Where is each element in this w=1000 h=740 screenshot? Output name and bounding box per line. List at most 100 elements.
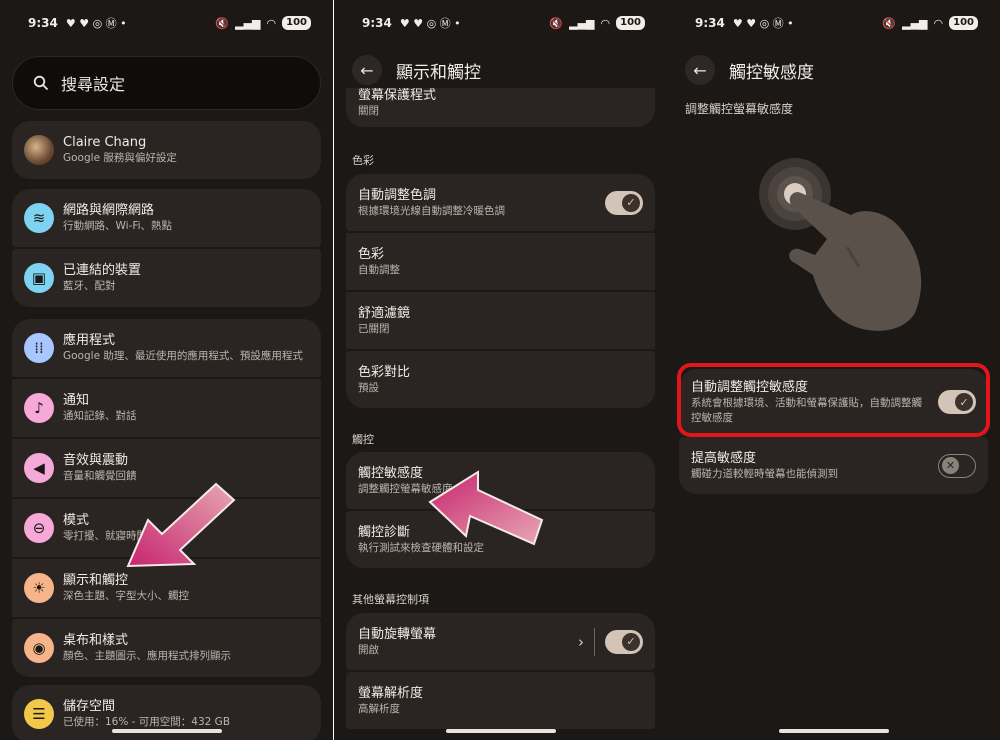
- check-icon: ✓: [622, 193, 640, 212]
- mute-icon: 🔇: [882, 16, 897, 30]
- row-sub: 開啟: [358, 643, 379, 656]
- nav-handle[interactable]: [111, 729, 222, 733]
- finger-touch-illustration: [759, 158, 922, 331]
- avatar: [24, 135, 54, 165]
- signal-icon: ▂▄▆: [569, 16, 595, 30]
- row-title: 螢幕保護程式: [358, 88, 437, 103]
- account-sub: Google 服務與偏好設定: [63, 152, 177, 164]
- account-name: Claire Chang: [63, 135, 147, 150]
- wifi-status-icon: ◠: [266, 16, 277, 30]
- section-label-color: 色彩: [352, 154, 374, 167]
- apps-icon: ⁞⁞: [24, 333, 54, 363]
- row-sub: 觸碰力道較輕時螢幕也能偵測到: [691, 467, 838, 480]
- status-bar: 9:34 ♥ ♥ ◎ Ⓜ • 🔇 ▂▄▆ ◠ 100: [0, 0, 333, 46]
- settings-row-comfort-filter[interactable]: 舒適濾鏡 已關閉: [346, 292, 655, 349]
- highlight-box: [677, 363, 990, 437]
- notification-icons: ♥ ♥ ◎ Ⓜ •: [399, 17, 461, 30]
- row-sub: 已關閉: [358, 322, 390, 335]
- item-sub: 已使用：16% - 可用空間：432 GB: [63, 716, 231, 728]
- nav-handle[interactable]: [778, 729, 889, 733]
- status-time: 9:34: [362, 16, 392, 30]
- settings-item-devices[interactable]: ▣ 已連結的裝置 藍牙、配對: [12, 249, 321, 307]
- page-title: 顯示和觸控: [396, 62, 481, 83]
- mute-icon: 🔇: [215, 16, 230, 30]
- item-title: 已連結的裝置: [63, 263, 142, 278]
- touch-sensitivity-screen: 9:34 ♥ ♥ ◎ Ⓜ • 🔇 ▂▄▆ ◠ 100 ← 觸控敏感度 調整觸控螢…: [667, 0, 1000, 740]
- nav-handle[interactable]: [445, 729, 556, 733]
- app-bar: ← 觸控敏感度: [667, 52, 1000, 88]
- settings-row-auto-rotate[interactable]: 自動旋轉螢幕 開啟 › ✓: [346, 613, 655, 670]
- row-divider: [594, 627, 595, 656]
- other-card: 自動旋轉螢幕 開啟 › ✓ 螢幕解析度 高解析度: [346, 613, 655, 731]
- item-title: 通知: [63, 393, 90, 408]
- speaker-icon: ◀: [24, 453, 54, 483]
- row-title: 提高敏感度: [691, 450, 757, 466]
- section-label-other: 其他螢幕控制項: [352, 593, 429, 606]
- auto-tone-toggle[interactable]: ✓: [605, 190, 643, 215]
- item-sub: 深色主題、字型大小、觸控: [63, 590, 189, 602]
- settings-row-contrast[interactable]: 色彩對比 預設: [346, 351, 655, 408]
- status-bar: 9:34 ♥ ♥ ◎ Ⓜ • 🔇 ▂▄▆ ◠ 100: [667, 0, 1000, 46]
- display-touch-screen: 9:34 ♥ ♥ ◎ Ⓜ • 🔇 ▂▄▆ ◠ 100 螢幕保護程式 關閉 ← 顯示…: [334, 0, 667, 740]
- status-bar: 9:34 ♥ ♥ ◎ Ⓜ • 🔇 ▂▄▆ ◠ 100: [334, 0, 667, 46]
- settings-row-increase-sensitivity[interactable]: 提高敏感度 觸碰力道較輕時螢幕也能偵測到 ✕: [679, 437, 988, 494]
- settings-item-notifications[interactable]: ♪ 通知 通知記錄、對話: [12, 379, 321, 437]
- account-group: Claire Chang Google 服務與偏好設定: [12, 121, 321, 181]
- wifi-status-icon: ◠: [600, 16, 611, 30]
- auto-rotate-toggle[interactable]: ✓: [605, 629, 643, 654]
- back-arrow-icon: ←: [360, 60, 374, 80]
- battery-icon: 100: [616, 16, 645, 30]
- settings-row-resolution[interactable]: 螢幕解析度 高解析度: [346, 672, 655, 729]
- row-title: 色彩: [358, 246, 385, 262]
- item-title: 桌布和樣式: [63, 633, 129, 648]
- search-icon: [33, 75, 49, 91]
- item-sub: Google 助理、最近使用的應用程式、預設應用程式: [63, 350, 303, 362]
- account-tile[interactable]: Claire Chang Google 服務與偏好設定: [12, 121, 321, 179]
- settings-item-network[interactable]: ≋ 網路與網際網路行動網路、Wi-Fi、熱點: [12, 189, 321, 247]
- row-sub: 自動調整: [358, 263, 400, 276]
- signal-icon: ▂▄▆: [902, 16, 928, 30]
- storage-icon: ☰: [24, 699, 54, 729]
- back-button[interactable]: ←: [352, 55, 382, 85]
- row-title: 舒適濾鏡: [358, 305, 411, 321]
- app-bar: ← 顯示和觸控: [334, 52, 667, 88]
- row-title: 螢幕解析度: [358, 685, 424, 701]
- mode-icon: ⊖: [24, 513, 54, 543]
- row-sub: 根據環境光線自動調整冷暖色調: [358, 204, 505, 217]
- item-sub: 藍牙、配對: [63, 280, 116, 292]
- battery-icon: 100: [949, 16, 978, 30]
- settings-row-color[interactable]: 色彩 自動調整: [346, 233, 655, 290]
- wifi-icon: ≋: [24, 203, 54, 233]
- notification-icons: ♥ ♥ ◎ Ⓜ •: [65, 17, 127, 30]
- color-card: 自動調整色調 根據環境光線自動調整冷暖色調 ✓ 色彩 自動調整 舒適濾鏡 已關閉 色彩…: [346, 174, 655, 410]
- back-arrow-icon: ←: [693, 60, 707, 80]
- status-time: 9:34: [28, 16, 58, 30]
- settings-item-wallpaper[interactable]: ◉ 桌布和樣式 顏色、主題圖示、應用程式排列顯示: [12, 619, 321, 677]
- mute-icon: 🔇: [549, 16, 564, 30]
- settings-home-screen: 9:34 ♥ ♥ ◎ Ⓜ • 🔇 ▂▄▆ ◠ 100 搜尋設定 Claire C…: [0, 0, 333, 740]
- search-input[interactable]: 搜尋設定: [12, 56, 321, 110]
- settings-item-apps[interactable]: ⁞⁞ 應用程式 Google 助理、最近使用的應用程式、預設應用程式: [12, 319, 321, 377]
- settings-row-screensaver[interactable]: 螢幕保護程式 關閉: [346, 82, 655, 127]
- back-button[interactable]: ←: [685, 55, 715, 85]
- pointer-arrow: [126, 482, 236, 568]
- status-time: 9:34: [695, 16, 725, 30]
- screensaver-card: 螢幕保護程式 關閉: [346, 82, 655, 129]
- battery-icon: 100: [282, 16, 311, 30]
- increase-sensitivity-toggle[interactable]: ✕: [938, 453, 976, 478]
- item-sub: 通知記錄、對話: [63, 410, 137, 422]
- settings-row-auto-tone[interactable]: 自動調整色調 根據環境光線自動調整冷暖色調 ✓: [346, 174, 655, 231]
- item-title: 音效與震動: [63, 453, 129, 468]
- section-label-touch: 觸控: [352, 433, 374, 446]
- row-sub: 預設: [358, 381, 379, 394]
- row-title: 自動調整色調: [358, 187, 437, 203]
- notification-icons: ♥ ♥ ◎ Ⓜ •: [732, 17, 794, 30]
- chevron-right-icon[interactable]: ›: [578, 633, 584, 651]
- item-title: 應用程式: [63, 333, 116, 348]
- item-sub: 行動網路、Wi-Fi、熱點: [63, 220, 173, 232]
- item-sub: 顏色、主題圖示、應用程式排列顯示: [63, 650, 231, 662]
- close-icon: ✕: [942, 456, 959, 474]
- row-title: 色彩對比: [358, 364, 411, 380]
- page-subtitle: 調整觸控螢幕敏感度: [685, 102, 794, 116]
- item-title: 網路與網際網路: [63, 203, 155, 218]
